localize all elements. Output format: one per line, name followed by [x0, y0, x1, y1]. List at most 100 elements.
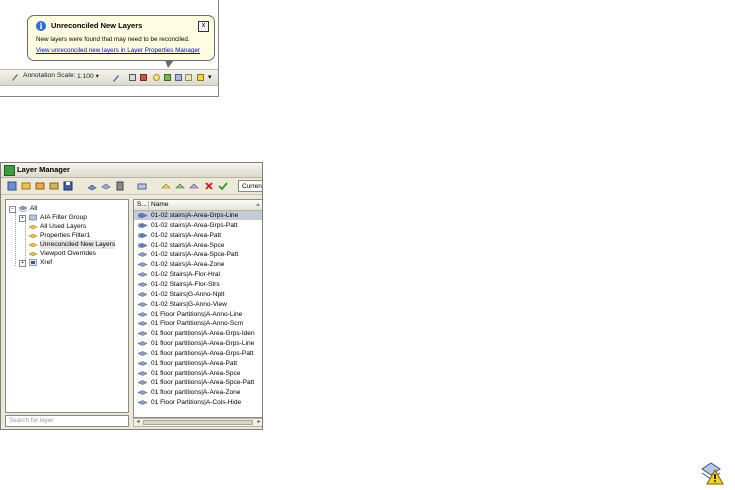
layer-row[interactable]: 01-02 stairs|A-Area-Zone [134, 260, 262, 269]
layer-row[interactable]: 01 floor partitions|A-Area-Spce-Patt [134, 378, 262, 387]
layer-row[interactable]: 01 floor partitions|A-Area-Spce [134, 369, 262, 378]
layer-name: 01 Floor Partitions|A-Anno-Scrn [151, 320, 244, 328]
annotation-scale-dropdown[interactable]: 1:100 ▾ [77, 72, 99, 83]
layer-states-icon[interactable] [35, 181, 45, 191]
layout-icon[interactable] [140, 74, 147, 81]
new-vp-layer-icon[interactable] [101, 181, 111, 191]
layer-name: 01-02 Stairs|G-Anno-View [151, 300, 227, 308]
layer-row[interactable]: 01-02 stairs|A-Area-Spce [134, 241, 262, 250]
layer-name: 01 Floor Partitions|A-Cols-Hide [151, 399, 242, 407]
balloon-title: Unreconciled New Layers [51, 21, 143, 30]
horizontal-scrollbar[interactable]: ◂ ▸ [133, 418, 262, 427]
layer-row[interactable]: 01 Floor Partitions|A-Anno-Scrn [134, 319, 262, 328]
layer-status-icon [138, 351, 147, 356]
tree-node-label: AIA Filter Group [40, 214, 87, 221]
model-space-icon[interactable] [129, 74, 136, 81]
warning-tray-icon[interactable] [197, 74, 204, 81]
column-divider[interactable] [148, 201, 149, 209]
layer-name: 01-02 stairs|A-Area-Spce [151, 241, 225, 249]
layer-row[interactable]: 01 Floor Partitions|A-Anno-Line [134, 310, 262, 319]
layer-status-current-icon [138, 213, 147, 218]
view-unreconciled-layers-link[interactable]: View unreconciled new layers in Layer Pr… [36, 47, 200, 54]
layer-search-input[interactable]: Search for layer [5, 415, 129, 427]
freeze-vp-icon[interactable] [115, 181, 125, 191]
layer-row[interactable]: 01-02 stairs|A-Area-Grps-Patt [134, 221, 262, 230]
tree-node-label: Xref [40, 259, 53, 266]
layer-name: 01-02 Stairs|G-Anno-Nplt [151, 290, 225, 298]
layer-status-icon [138, 390, 147, 396]
delete-layer-icon[interactable] [204, 181, 214, 191]
layer-status-icon [138, 272, 147, 277]
new-group-filter-icon[interactable] [21, 181, 31, 191]
scrollbar-thumb[interactable] [143, 420, 253, 425]
layer-walk-icon[interactable] [137, 181, 147, 191]
layer-status-current-icon [138, 222, 147, 228]
layer-name: 01 floor partitions|A-Area-Grps-Patt [151, 349, 254, 357]
balloon-tail [165, 60, 174, 68]
layer-status-icon [138, 400, 147, 405]
layer-warning-icon[interactable] [699, 458, 727, 486]
layer-list-header: S... Name [134, 200, 262, 211]
scroll-left-icon[interactable]: ◂ [135, 419, 141, 425]
balloon-close-button[interactable]: x [198, 21, 209, 32]
layer-row[interactable]: 01 floor partitions|A-Area-Grps-Patt [134, 349, 262, 358]
layer-name: 01 floor partitions|A-Area-Patt [151, 359, 238, 367]
layer-row[interactable]: 01-02 stairs|A-Area-Spce-Patt [134, 250, 262, 259]
layer-row[interactable]: 01-02 Stairs|A-Flor-Hral [134, 270, 262, 279]
layer-uniso-icon[interactable] [175, 181, 185, 191]
toolbar-lock-icon[interactable] [164, 74, 171, 81]
layer-row[interactable]: 01 floor partitions|A-Area-Zone [134, 388, 262, 397]
layer-status-icon [138, 380, 147, 386]
layer-row[interactable]: 01-02 Stairs|G-Anno-Nplt [134, 290, 262, 299]
layer-row[interactable]: 01-02 Stairs|G-Anno-View [134, 300, 262, 309]
expand-toggle-icon[interactable]: + [19, 260, 26, 267]
layer-row[interactable]: 01-02 Stairs|A-Flor-Strs [134, 280, 262, 289]
layer-name: 01 floor partitions|A-Area-Spce-Patt [151, 379, 255, 387]
collapse-toggle-icon[interactable]: − [9, 206, 16, 213]
layer-row[interactable]: 01-02 stairs|A-Area-Patt [134, 231, 262, 240]
layer-name: 01-02 stairs|A-Area-Spce-Patt [151, 251, 239, 259]
layer-merge-icon[interactable] [189, 181, 199, 191]
scroll-right-icon[interactable]: ▸ [256, 419, 262, 425]
group-filter-icon [29, 214, 37, 221]
save-icon[interactable] [63, 181, 73, 191]
layer-toolbar: Current [1, 178, 262, 195]
tree-node-label: Unreconciled New Layers [40, 240, 116, 249]
set-current-icon[interactable] [218, 181, 228, 191]
reconcile-icon[interactable] [49, 181, 59, 191]
layer-status-current-icon [138, 242, 147, 248]
statusbar-overflow-arrow[interactable]: ▾ [208, 73, 212, 81]
layer-list[interactable]: S... Name 01-02 stairs|A-Area-Grps-Line 0… [133, 199, 262, 418]
layer-row[interactable]: 01 Floor Partitions|A-Cols-Hide [134, 398, 262, 407]
layer-row[interactable]: 01 floor partitions|A-Area-Grps-Iden [134, 329, 262, 338]
new-layer-icon[interactable] [87, 181, 97, 191]
layer-row[interactable]: 01-02 stairs|A-Area-Grps-Line [134, 211, 262, 220]
layer-name: 01-02 Stairs|A-Flor-Hral [151, 271, 221, 279]
tree-node-label: All Used Layers [40, 223, 87, 230]
layer-status-icon [138, 252, 147, 258]
current-layer-button[interactable]: Current [238, 180, 262, 192]
layer-status-icon [138, 262, 147, 268]
lightbulb-icon[interactable] [153, 74, 160, 81]
new-filter-icon[interactable] [7, 181, 17, 191]
unreconciled-filter-icon [29, 242, 37, 248]
layer-stack-icon [19, 205, 27, 212]
column-header-status[interactable]: S... [137, 200, 147, 210]
clean-screen-icon[interactable] [185, 74, 192, 81]
column-header-name[interactable]: Name [151, 200, 169, 210]
layer-iso-icon[interactable] [161, 181, 171, 191]
status-bar: Annotation Scale: 1:100 ▾ ▾ [0, 69, 218, 86]
layer-name: 01 Floor Partitions|A-Anno-Line [151, 310, 243, 318]
layer-row[interactable]: 01 floor partitions|A-Area-Grps-Line [134, 339, 262, 348]
layer-status-icon [138, 331, 147, 336]
tree-node-label: Properties Filter1 [40, 232, 91, 239]
layer-notification-tray-icon[interactable] [175, 74, 182, 81]
expand-toggle-icon[interactable]: + [19, 215, 26, 222]
layer-status-icon [138, 370, 147, 376]
layer-row[interactable]: 01 floor partitions|A-Area-Patt [134, 359, 262, 368]
annotation-scale-icon[interactable] [11, 73, 19, 81]
filter-tree[interactable]: − All + AIA Filter Group All Used Layers… [5, 199, 129, 413]
layer-manager-icon [4, 165, 15, 176]
layer-status-current-icon [138, 232, 147, 238]
annotation-visibility-icon[interactable] [112, 74, 120, 82]
